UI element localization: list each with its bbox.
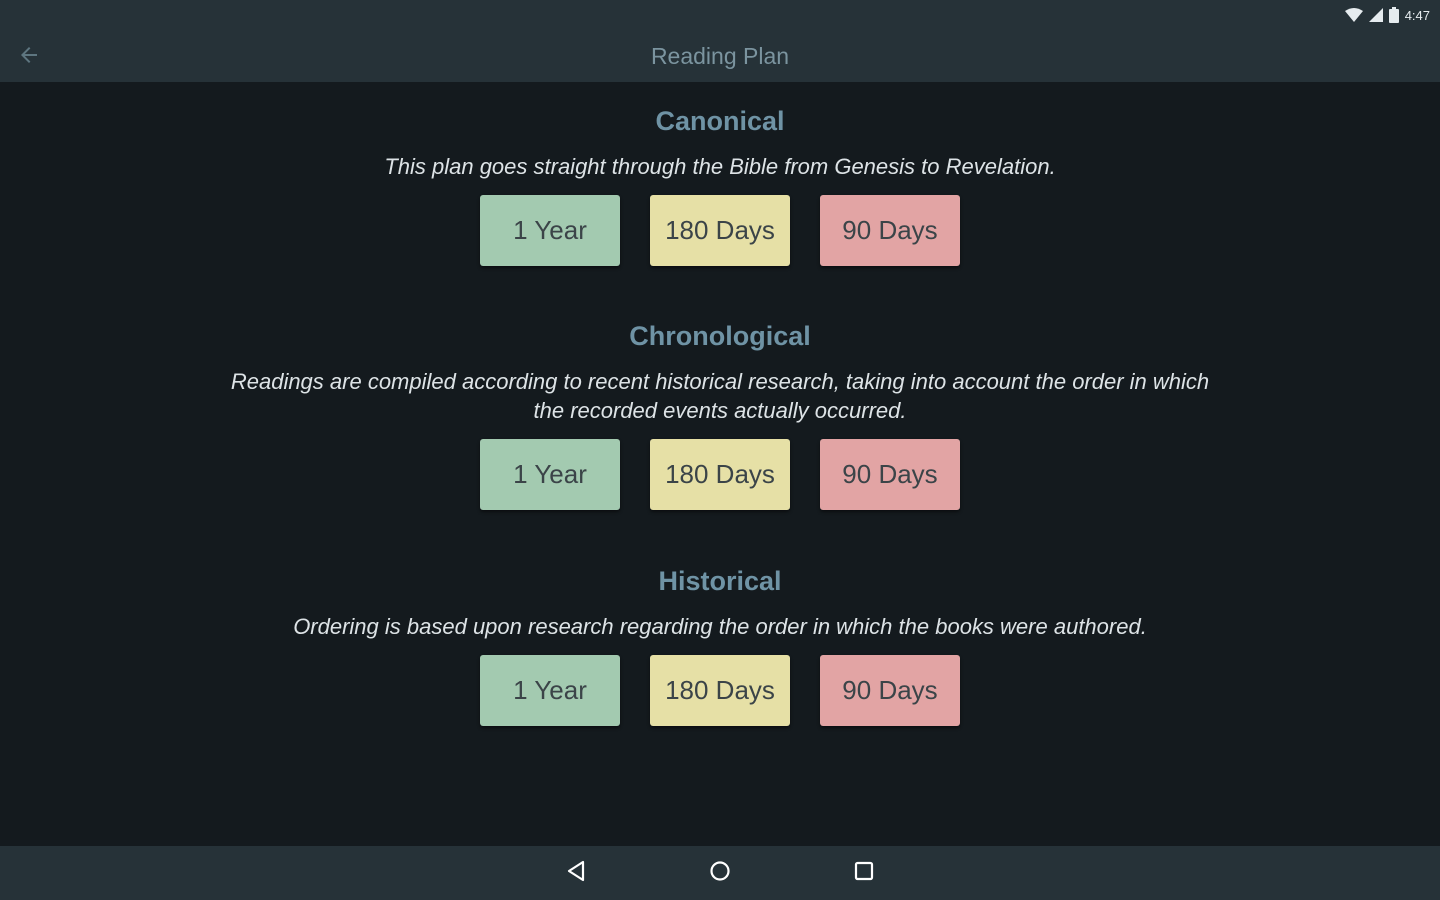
arrow-back-icon: [17, 43, 41, 72]
battery-icon: [1388, 7, 1399, 23]
one-year-button[interactable]: 1 Year: [480, 439, 620, 510]
90-days-button[interactable]: 90 Days: [820, 195, 960, 266]
reading-plan-list: Canonical This plan goes straight throug…: [0, 82, 1440, 846]
90-days-button[interactable]: 90 Days: [820, 655, 960, 726]
signal-icon: [1368, 8, 1383, 22]
plan-section-historical: Historical Ordering is based upon resear…: [0, 564, 1440, 726]
nav-recents-icon: [853, 860, 875, 887]
plan-section-chronological: Chronological Readings are compiled acco…: [0, 319, 1440, 510]
section-title: Chronological: [629, 321, 811, 351]
page-title: Reading Plan: [650, 42, 790, 69]
180-days-button[interactable]: 180 Days: [650, 655, 790, 726]
wifi-icon: [1344, 8, 1363, 22]
nav-home-icon: [709, 860, 731, 887]
status-time: 4:47: [1404, 7, 1430, 23]
180-days-button[interactable]: 180 Days: [650, 439, 790, 510]
one-year-button[interactable]: 1 Year: [480, 655, 620, 726]
plan-section-canonical: Canonical This plan goes straight throug…: [0, 104, 1440, 266]
plan-duration-buttons: 1 Year 180 Days 90 Days: [0, 655, 1440, 726]
section-description: Ordering is based upon research regardin…: [293, 614, 1147, 639]
nav-home-button[interactable]: [703, 856, 737, 890]
plan-duration-buttons: 1 Year 180 Days 90 Days: [0, 195, 1440, 266]
one-year-button[interactable]: 1 Year: [480, 195, 620, 266]
section-description: This plan goes straight through the Bibl…: [384, 154, 1056, 179]
section-description: Readings are compiled according to recen…: [230, 369, 1210, 423]
90-days-button[interactable]: 90 Days: [820, 439, 960, 510]
nav-back-icon: [565, 860, 587, 887]
status-bar: 4:47: [0, 0, 1440, 30]
back-button[interactable]: [12, 40, 46, 74]
180-days-button[interactable]: 180 Days: [650, 195, 790, 266]
app-bar: Reading Plan: [0, 30, 1440, 82]
plan-duration-buttons: 1 Year 180 Days 90 Days: [0, 439, 1440, 510]
nav-back-button[interactable]: [559, 856, 593, 890]
section-title: Historical: [658, 566, 782, 596]
nav-recents-button[interactable]: [847, 856, 881, 890]
section-title: Canonical: [655, 106, 785, 136]
system-nav-bar: [0, 846, 1440, 900]
